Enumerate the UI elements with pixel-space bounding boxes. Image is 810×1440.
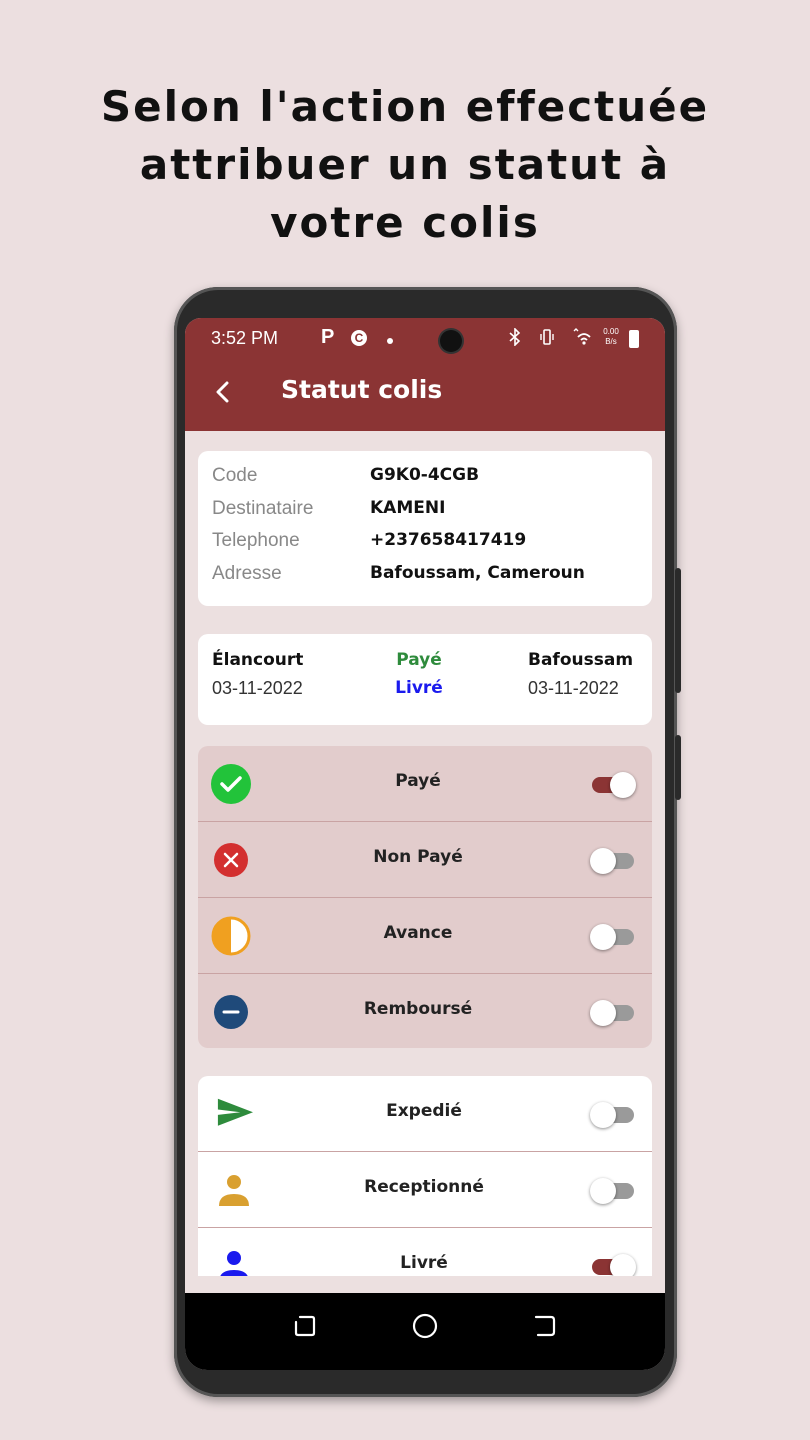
battery-icon xyxy=(629,330,639,348)
info-value: G9K0-4CGB xyxy=(370,465,480,485)
status-label: Avance xyxy=(383,923,453,943)
info-value: +237658417419 xyxy=(370,530,527,550)
destination-date: 03-11-2022 xyxy=(528,678,619,698)
phone-screen: 3:52 PM P C 0.00 B/s Statut colis Code G… xyxy=(185,318,665,1370)
app-notification-icon: C xyxy=(351,330,367,346)
status-label: Expedié xyxy=(386,1101,462,1121)
info-label: Code xyxy=(212,465,258,486)
app-bar: 3:52 PM P C 0.00 B/s Statut colis xyxy=(185,318,665,431)
more-notifications-icon xyxy=(387,338,393,344)
info-label: Adresse xyxy=(212,563,282,584)
destination-city: Bafoussam xyxy=(528,650,634,670)
back-arrow-icon[interactable] xyxy=(213,380,231,404)
info-label: Telephone xyxy=(212,530,300,551)
status-row-rembourse[interactable]: Remboursé xyxy=(198,974,652,1048)
parking-notification-icon: P xyxy=(321,326,335,348)
status-label: Remboursé xyxy=(363,999,473,1019)
status-label: Non Payé xyxy=(373,847,463,867)
status-row-avance[interactable]: Avance xyxy=(198,898,652,974)
receptionne-toggle[interactable] xyxy=(590,1178,636,1204)
info-label: Destinataire xyxy=(212,498,314,519)
paye-toggle[interactable] xyxy=(590,772,636,798)
parcel-info-card: Code G9K0-4CGB Destinataire KAMENI Telep… xyxy=(198,451,652,606)
route-status-summary: Payé Livré xyxy=(394,650,444,698)
status-row-receptionne[interactable]: Receptionné xyxy=(198,1152,652,1228)
info-value: KAMENI xyxy=(370,498,446,518)
phone-volume-button xyxy=(675,735,681,800)
status-row-non-paye[interactable]: Non Payé xyxy=(198,822,652,898)
phone-power-button xyxy=(675,568,681,693)
status-label: Receptionné xyxy=(364,1177,484,1197)
network-speed: 0.00 B/s xyxy=(603,327,619,346)
info-row-code: Code G9K0-4CGB xyxy=(212,465,642,491)
rembourse-toggle[interactable] xyxy=(590,1000,636,1026)
expedie-toggle[interactable] xyxy=(590,1102,636,1128)
recent-apps-icon[interactable] xyxy=(292,1313,318,1339)
system-status-bar: 3:52 PM P C 0.00 B/s xyxy=(211,326,641,356)
route-origin: Élancourt 03-11-2022 xyxy=(212,650,303,699)
info-row-recipient: Destinataire KAMENI xyxy=(212,498,642,524)
page-title: Statut colis xyxy=(281,375,443,404)
payment-status-list: Payé Non Payé Avance Remboursé xyxy=(198,746,652,1048)
front-camera xyxy=(440,330,462,352)
status-row-expedie[interactable]: Expedié xyxy=(198,1076,652,1152)
status-row-livre[interactable]: Livré xyxy=(198,1228,652,1276)
summary-delivered-status: Livré xyxy=(395,678,443,698)
back-nav-icon[interactable] xyxy=(532,1313,558,1339)
info-row-address: Adresse Bafoussam, Cameroun xyxy=(212,563,642,589)
headline-line-2: attribuer un statut à xyxy=(139,140,671,189)
livre-toggle[interactable] xyxy=(590,1254,636,1276)
vibrate-icon xyxy=(540,329,554,345)
info-value: Bafoussam, Cameroun xyxy=(370,563,585,583)
avance-toggle[interactable] xyxy=(590,924,636,950)
status-label: Payé xyxy=(395,771,441,791)
route-destination: Bafoussam 03-11-2022 xyxy=(528,650,633,699)
bluetooth-icon xyxy=(509,328,521,346)
promo-headline: Selon l'action effectuée attribuer un st… xyxy=(0,78,810,252)
wifi-icon xyxy=(573,328,591,345)
headline-line-3: votre colis xyxy=(270,198,540,247)
status-row-paye[interactable]: Payé xyxy=(198,746,652,822)
status-time: 3:52 PM xyxy=(211,328,279,348)
non-paye-toggle[interactable] xyxy=(590,848,636,874)
shipping-status-list: Expedié Receptionné Livré xyxy=(198,1076,652,1276)
summary-paid-status: Payé xyxy=(396,650,442,670)
info-row-phone: Telephone +237658417419 xyxy=(212,530,642,556)
home-icon[interactable] xyxy=(412,1313,438,1339)
system-navigation-bar xyxy=(185,1293,665,1370)
route-card: Élancourt 03-11-2022 Payé Livré Bafoussa… xyxy=(198,634,652,725)
origin-city: Élancourt xyxy=(212,650,304,670)
headline-line-1: Selon l'action effectuée xyxy=(100,82,710,131)
status-label: Livré xyxy=(400,1253,448,1273)
origin-date: 03-11-2022 xyxy=(212,678,303,698)
